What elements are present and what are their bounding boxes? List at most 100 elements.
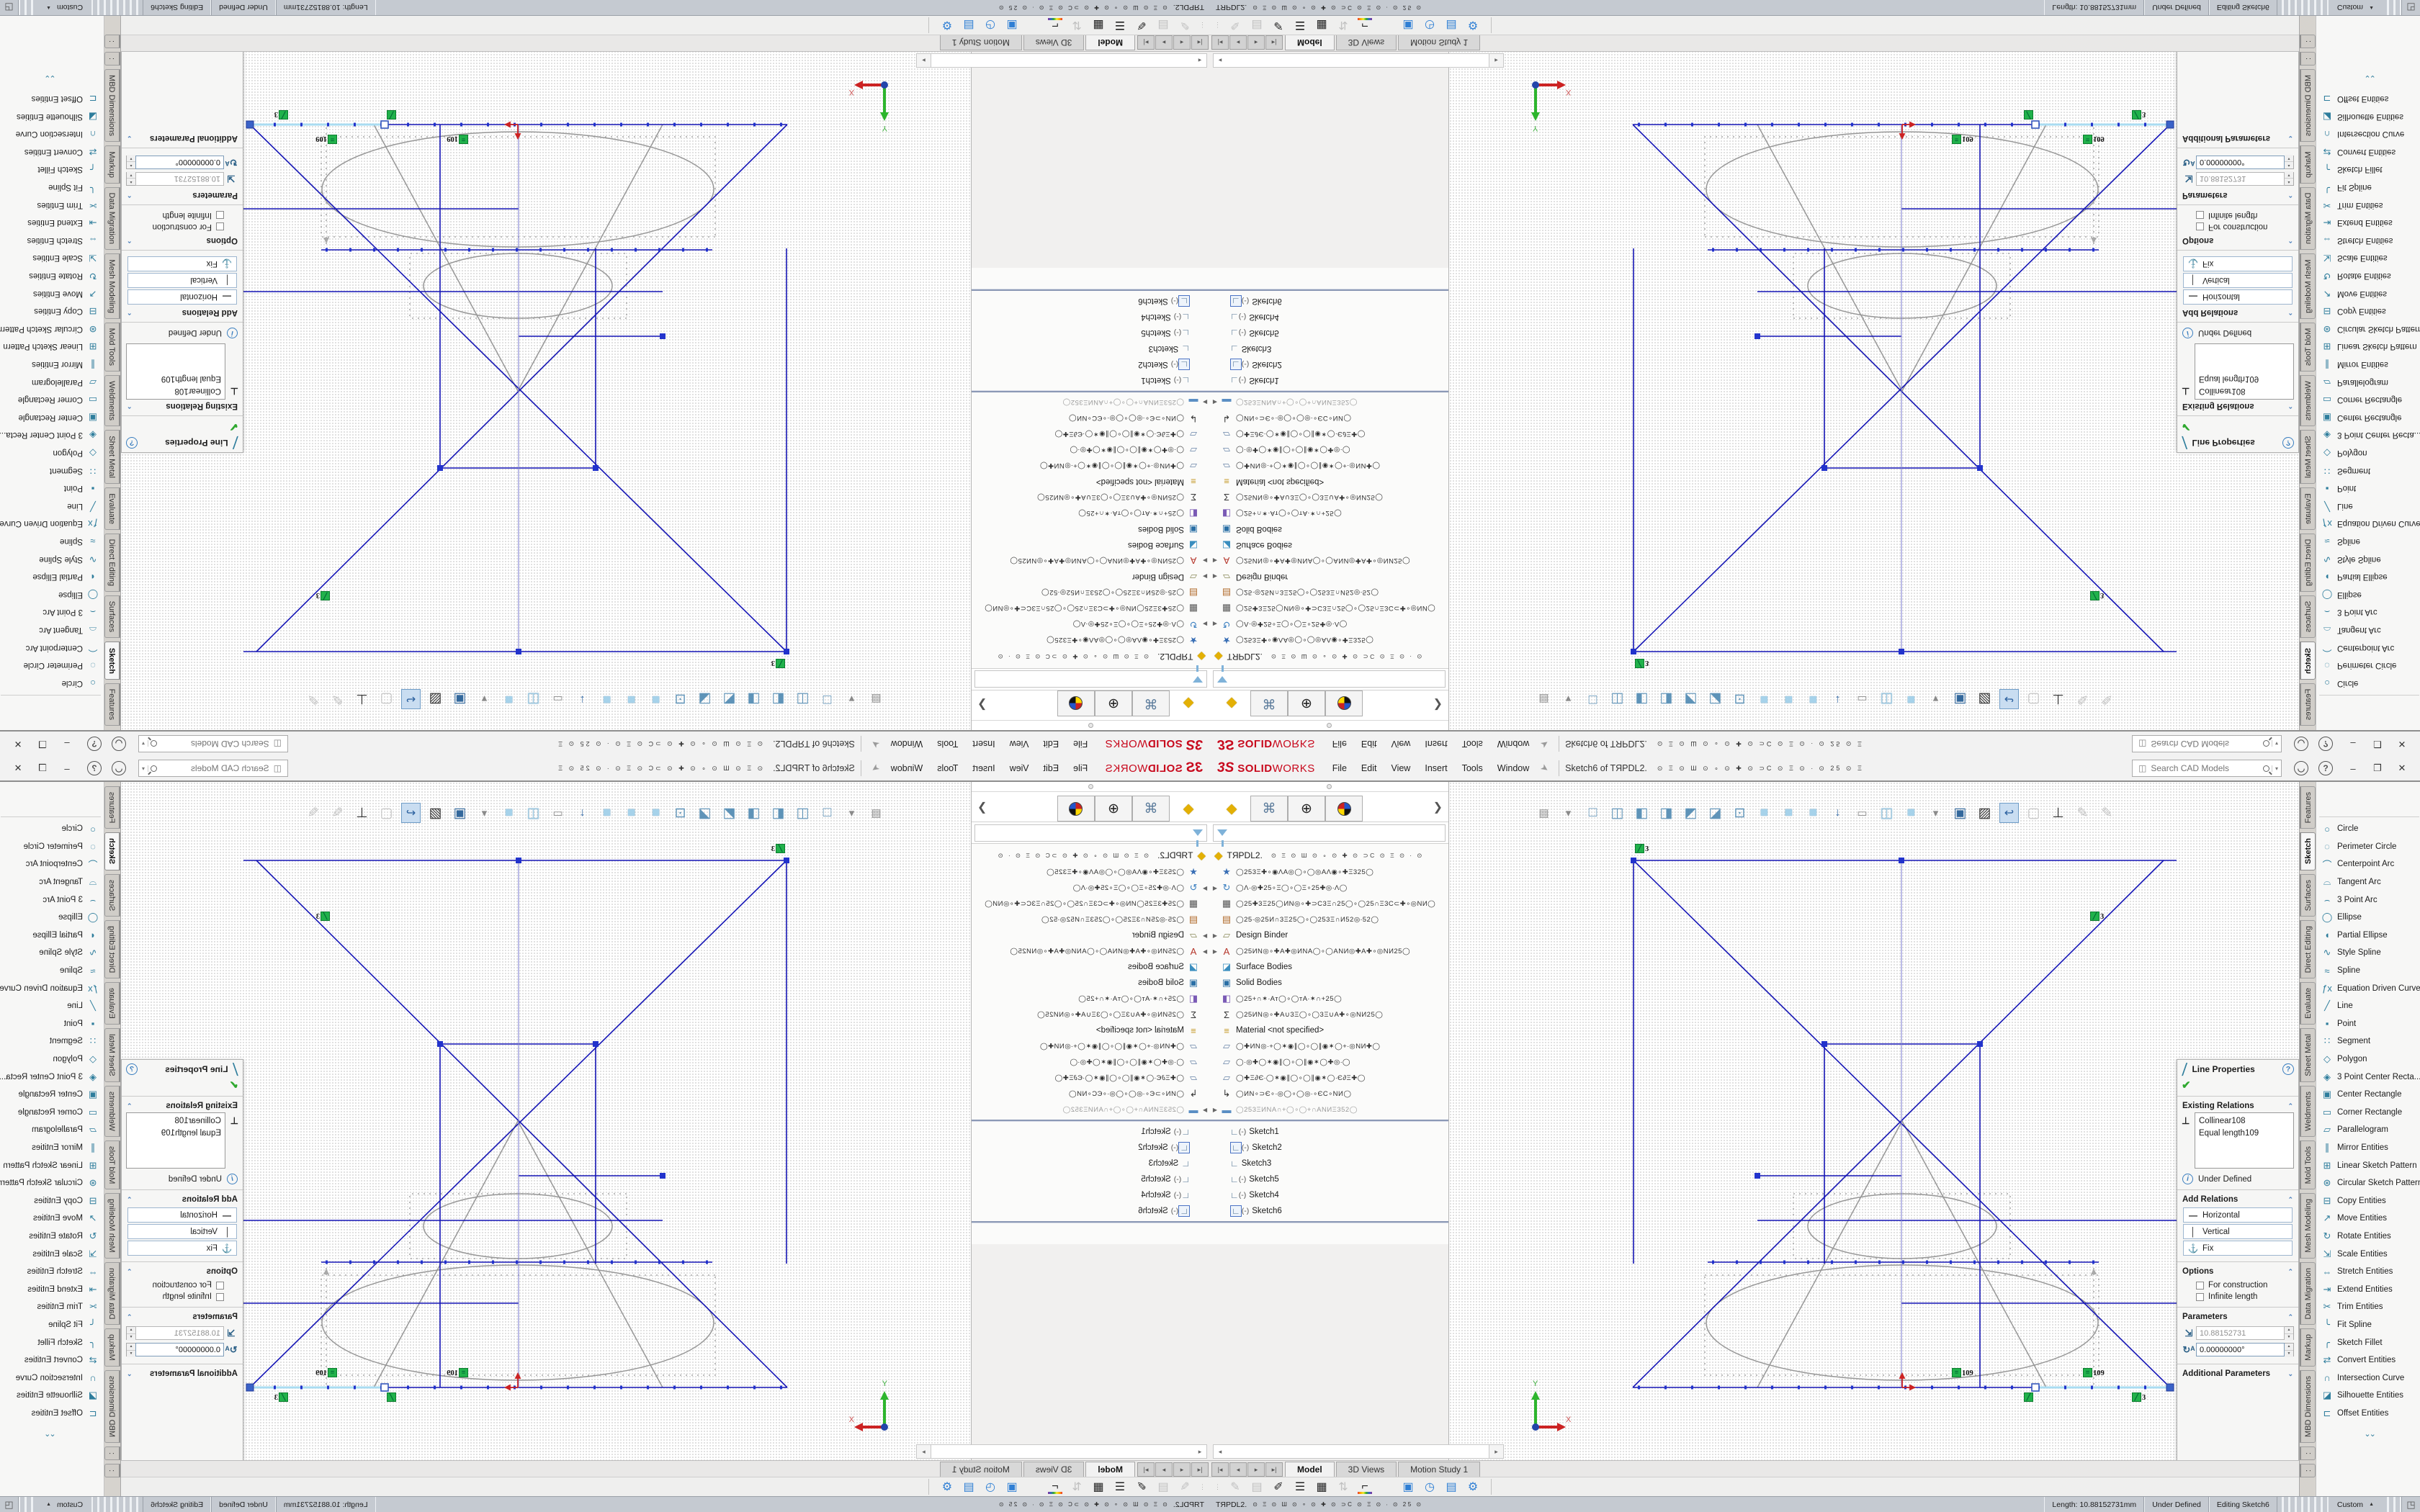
spinner-control[interactable]: ▲▼ — [2285, 1343, 2294, 1356]
tool-menu-item[interactable]: ▱ Parallelogram — [2316, 1121, 2420, 1139]
relation-item[interactable]: Collinear108 — [2199, 384, 2290, 397]
command-tab[interactable]: Sketch — [104, 832, 120, 870]
tree-row[interactable]: ≡ Material <not specified> — [972, 474, 1210, 490]
help-icon[interactable]: ? — [87, 761, 102, 775]
tool-menu-item[interactable]: ∩ Intersection Curve — [2316, 125, 2420, 143]
command-tab[interactable]: Surfaces — [2300, 874, 2316, 917]
appearance-icon[interactable]: ■ — [1901, 803, 1921, 823]
relations-listbox[interactable]: Collinear108Equal length109 — [126, 1112, 225, 1169]
custom-dropdown[interactable]: Custom ▲ — [2328, 1497, 2383, 1512]
tool-menu-item[interactable]: ▱ Parallelogram — [0, 1121, 104, 1139]
parameter-value-field[interactable]: 0.00000000° — [135, 156, 224, 169]
restore-button[interactable]: ❐ — [30, 734, 55, 753]
command-tab[interactable]: : — [104, 52, 120, 66]
tree-row[interactable]: ◧ ◯25+∩✶∙Ат◯∘◯тА∙✶∩+25◯ — [1210, 991, 1448, 1007]
tree-row[interactable]: ★ ◯253Ξ✚∘◉ΛΑ◎◯∘◯◎ΑΛ◉∘✚Ξ325◯ — [1210, 632, 1448, 648]
horizontal-relation-icon[interactable]: — Horizontal — [2183, 289, 2293, 305]
search-icon[interactable] — [151, 741, 157, 747]
menu-item[interactable]: View — [1003, 732, 1036, 756]
document-tab[interactable]: 3D Views — [1023, 1462, 1084, 1477]
relation-item[interactable]: Collinear108 — [130, 384, 221, 397]
ok-button[interactable]: ✔ — [122, 1079, 243, 1094]
section-left-view-icon[interactable]: ◧ — [1632, 689, 1652, 709]
tool-menu-item[interactable]: ✂ Trim Entities — [0, 1298, 104, 1316]
options-header[interactable]: Options — [2182, 236, 2287, 245]
fix-relation-icon[interactable]: ⚓ Fix — [127, 1241, 237, 1256]
command-tab[interactable]: Surfaces — [104, 595, 120, 638]
disabled-tool-icon[interactable]: ▢ — [377, 803, 396, 823]
document-tab[interactable]: Model — [1285, 1462, 1335, 1477]
command-tab[interactable]: Direct Editing — [104, 534, 120, 592]
collinear-tag[interactable]: ╱ 3 — [1635, 659, 1649, 668]
command-tab[interactable]: Sheet Metal — [104, 430, 120, 484]
menu-item[interactable]: Edit — [1036, 756, 1067, 780]
tree-row[interactable]: ▱ ◯∙◎✚◯✶◉∥◯∘◯∥◉✶◯✚◎∙◯ — [972, 1054, 1210, 1070]
parallel-tag[interactable]: ╱ — [2024, 1392, 2034, 1402]
tool-menu-item[interactable]: ⌓ Tangent Arc — [0, 621, 104, 639]
tree-row[interactable]: ▱ ◯✚Ξ∂Є∙◯✶◉∥◯∘◯∥◉✶◯∙Є∂Ξ✚◯ — [972, 426, 1210, 442]
tree-row[interactable]: ◪ Surface Bodies — [972, 959, 1210, 975]
tab-nav-button[interactable]: ▸ — [1247, 1462, 1265, 1477]
tab-nav-button[interactable]: |◂ — [1191, 35, 1209, 50]
tree-row-sketch[interactable]: ∟ (-) Sketch5 — [972, 1171, 1210, 1187]
tool-menu-item[interactable]: ⌓ Tangent Arc — [0, 873, 104, 891]
section-left-view-icon[interactable]: ◧ — [1632, 803, 1652, 823]
isometric-view-icon[interactable]: ■ — [622, 803, 641, 823]
tab-nav-button[interactable]: ▸| — [1137, 1462, 1155, 1477]
scroll-left-icon[interactable]: ◂ — [1214, 1445, 1227, 1458]
color-swatch-icon[interactable]: ⌐ — [1044, 1478, 1066, 1495]
section-bottom-view-icon[interactable]: ◪ — [1706, 689, 1725, 709]
tool-menu-item[interactable]: ⌒ Centerpoint Arc — [2316, 639, 2420, 657]
command-tab[interactable]: Weldments — [104, 1086, 120, 1137]
perspective-view-icon[interactable]: ■ — [1803, 689, 1823, 709]
shaded-edges-view-icon[interactable]: ⊡ — [1730, 689, 1749, 709]
command-tab[interactable]: Weldments — [2300, 375, 2316, 426]
relation-item[interactable]: Collinear108 — [130, 1115, 221, 1128]
markup-stack-icon[interactable]: ▤ — [1152, 17, 1174, 34]
add-relations-header[interactable]: Add Relations — [2182, 1195, 2287, 1204]
tool-menu-item[interactable]: ƒx Equation Driven Curve — [2316, 515, 2420, 533]
horizontal-relation-icon[interactable]: — Horizontal — [127, 1207, 237, 1223]
tree-row[interactable]: ↳ ◯ИΝ∘⊃Є∘∙◎◯∘◯◎∙∘ЄС∘ΝИ◯ — [972, 1086, 1210, 1102]
tool-menu-item[interactable]: ∩ Intersection Curve — [2316, 1369, 2420, 1387]
tree-row[interactable]: Σ ◯25ИΝ◎∘✚Α∪3Ξ◯∘◯3Ξ∪Α✚∘◎ΝИ25◯ — [972, 490, 1210, 505]
appearance-icon[interactable]: ■ — [499, 803, 519, 823]
zebra-stripes-icon[interactable]: ▨ — [1975, 803, 1994, 823]
parameters-header[interactable]: Parameters — [2182, 1313, 2287, 1321]
tool-menu-item[interactable]: ⊟ Copy Entities — [0, 1192, 104, 1210]
sketch-canvas[interactable] — [1449, 782, 2299, 1460]
disabled-pencil-icon[interactable]: ✎ — [2097, 803, 2117, 823]
tool-menu-item[interactable]: ◪ Silhouette Entities — [2316, 1387, 2420, 1405]
folder-check-icon[interactable]: ▤ — [958, 17, 980, 34]
section-view-icon[interactable]: ◫ — [1877, 803, 1896, 823]
tool-menu-item[interactable]: ⊛ Circular Sketch Pattern — [0, 320, 104, 338]
gear-icon[interactable]: ⚙ — [936, 17, 958, 34]
shaded-view-icon[interactable]: ■ — [1754, 689, 1774, 709]
tool-menu-item[interactable]: ⊏ Offset Entities — [0, 90, 104, 108]
tree-row[interactable]: ▱ ◯✚ИΝ◎∙+◯✶◉∥◯∘◯∥◉✶◯+∙◎ΝИ✚◯ — [1210, 1038, 1448, 1054]
expand-arrow-icon[interactable]: ▶ — [1200, 558, 1210, 564]
vertical-relation-icon[interactable]: │ Vertical — [2183, 1224, 2293, 1239]
relation-item[interactable]: Equal length109 — [130, 1128, 221, 1140]
tree-row-sketch[interactable]: ∟ (-) Sketch4 — [972, 309, 1210, 325]
units-icon[interactable]: ◳ — [2401, 0, 2420, 15]
folder-check-icon[interactable]: ▤ — [1440, 17, 1462, 34]
scroll-right-icon[interactable]: ▸ — [917, 1445, 931, 1458]
feature-manager-tab[interactable]: ◆ — [1170, 796, 1207, 822]
display-manager-tab[interactable] — [1325, 796, 1363, 822]
sketch-canvas[interactable] — [121, 52, 971, 730]
tool-menu-item[interactable]: ▭ Corner Rectangle — [0, 1104, 104, 1122]
search-input[interactable] — [159, 738, 271, 750]
flip-icon[interactable]: ⇅ — [1066, 1478, 1088, 1495]
tree-row[interactable]: ▣ Solid Bodies — [1210, 521, 1448, 537]
tree-row[interactable]: ▶ ▱ Design Binder — [1210, 569, 1448, 585]
parallel-tag[interactable]: ╱ — [2024, 110, 2034, 120]
tool-menu-item[interactable]: ◇ Polygon — [2316, 444, 2420, 462]
tool-menu-item[interactable]: ▪ Point — [0, 480, 104, 498]
tree-row-sketch[interactable]: ∟ Sketch3 — [972, 1156, 1210, 1171]
collinear-tag[interactable]: ╱ 3 — [2090, 912, 2104, 921]
tree-row[interactable]: ▱ ◯∙◎✚◯✶◉∥◯∘◯∥◉✶◯✚◎∙◯ — [1210, 1054, 1448, 1070]
tool-menu-item[interactable]: ∷ Segment — [2316, 462, 2420, 480]
existing-relations-header[interactable]: Existing Relations — [2182, 1102, 2287, 1110]
command-tab[interactable]: Evaluate — [2300, 487, 2316, 530]
